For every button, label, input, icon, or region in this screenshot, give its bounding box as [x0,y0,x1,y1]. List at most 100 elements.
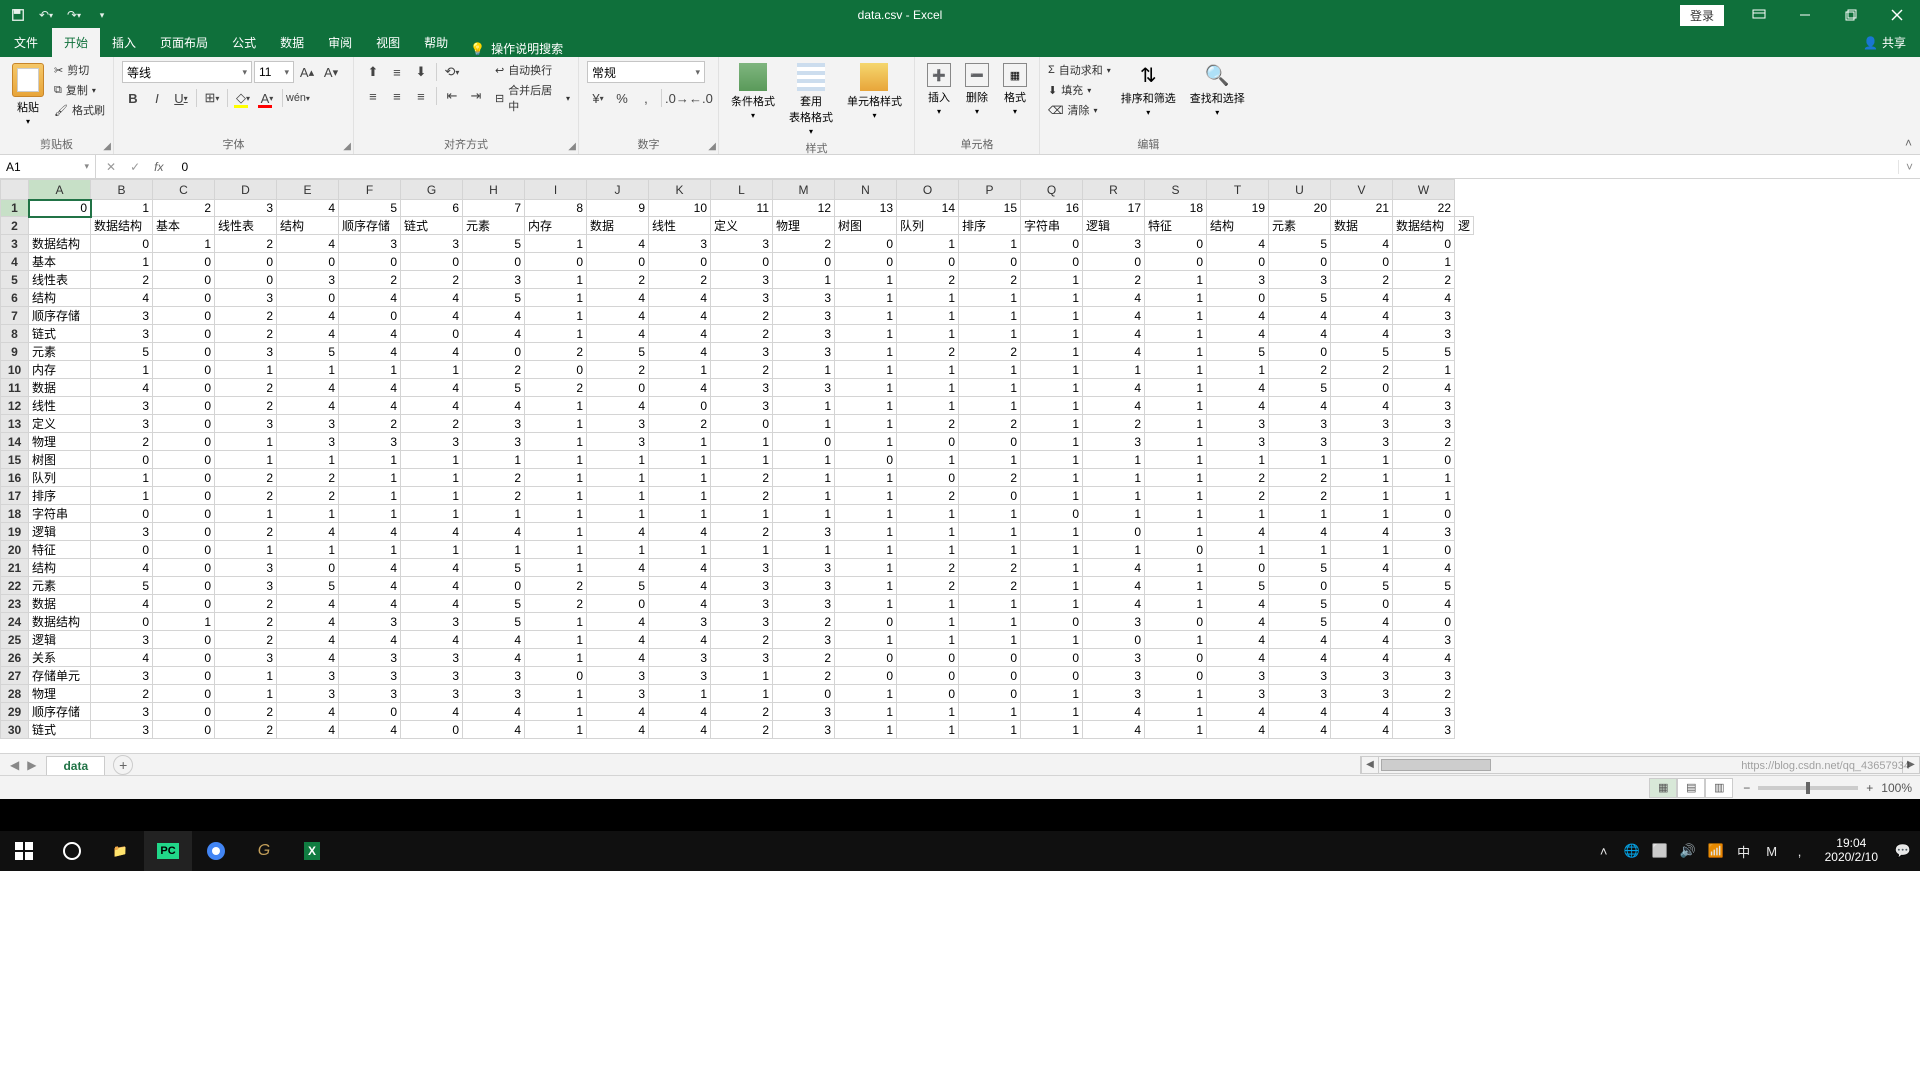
cell[interactable]: 1 [1145,487,1207,505]
row-header[interactable]: 9 [1,343,29,361]
cell[interactable]: 基本 [29,253,91,271]
cell[interactable]: 0 [649,397,711,415]
cell[interactable]: 1 [1393,253,1455,271]
cell[interactable]: 4 [1083,721,1145,739]
cell[interactable]: 3 [1269,271,1331,289]
indent-right-icon[interactable]: ⇥ [465,85,487,107]
cell[interactable]: 3 [1393,721,1455,739]
col-header[interactable]: B [91,180,153,200]
col-header[interactable]: D [215,180,277,200]
align-center-icon[interactable]: ≡ [386,85,408,107]
cell[interactable]: 3 [1269,433,1331,451]
tray-chevron-icon[interactable]: ˄ [1595,842,1613,860]
cell[interactable]: 3 [649,649,711,667]
cell[interactable]: 1 [525,271,587,289]
cell[interactable]: 1 [91,469,153,487]
cell[interactable]: 1 [897,451,959,469]
cell[interactable]: 4 [649,577,711,595]
cell[interactable]: 物理 [29,685,91,703]
col-header[interactable]: N [835,180,897,200]
cell[interactable]: 2 [215,307,277,325]
cell[interactable]: 1 [773,541,835,559]
new-sheet-button[interactable]: + [113,755,133,775]
cell[interactable]: 1 [1083,469,1145,487]
cell[interactable]: 1 [525,469,587,487]
cell[interactable]: 16 [1021,200,1083,217]
cell[interactable]: 1 [339,541,401,559]
row-header[interactable]: 1 [1,200,29,217]
cell[interactable]: 1 [959,631,1021,649]
cell[interactable]: 4 [649,325,711,343]
cell[interactable]: 1 [1207,505,1269,523]
cell[interactable]: 0 [773,433,835,451]
cell[interactable]: 1 [1145,379,1207,397]
cell[interactable]: 1 [1021,469,1083,487]
cell[interactable]: 1 [1145,397,1207,415]
cell[interactable]: 2 [1083,271,1145,289]
tab-help[interactable]: 帮助 [412,28,460,57]
cell[interactable]: 2 [215,721,277,739]
cell[interactable]: 0 [153,721,215,739]
cell[interactable]: 1 [91,361,153,379]
cell[interactable]: 1 [1331,541,1393,559]
cell[interactable]: 5 [1269,595,1331,613]
cell[interactable]: 1 [1021,721,1083,739]
cell[interactable]: 0 [153,379,215,397]
cell[interactable]: 3 [773,703,835,721]
cell[interactable]: 7 [463,200,525,217]
cell[interactable]: 2 [1207,487,1269,505]
cell[interactable]: 1 [897,361,959,379]
cell[interactable]: 0 [1021,235,1083,253]
cell[interactable]: 1 [1083,487,1145,505]
cell[interactable]: 排序 [29,487,91,505]
cell[interactable]: 1 [959,289,1021,307]
cell[interactable]: 4 [91,649,153,667]
cell[interactable]: 0 [1393,613,1455,631]
cell[interactable]: 顺序存储 [339,217,401,235]
cell[interactable]: 4 [649,523,711,541]
cell[interactable]: 3 [91,721,153,739]
cell[interactable]: 1 [277,541,339,559]
cell[interactable]: 1 [587,451,649,469]
cell[interactable]: 元素 [463,217,525,235]
cell[interactable]: 1 [525,433,587,451]
cell[interactable]: 3 [401,235,463,253]
cell[interactable]: 5 [1331,343,1393,361]
col-header[interactable]: F [339,180,401,200]
cell[interactable]: 1 [587,505,649,523]
cell[interactable]: 3 [215,289,277,307]
cell[interactable]: 4 [1331,289,1393,307]
cell[interactable]: 1 [959,595,1021,613]
tray-volume-icon[interactable]: 🔊 [1679,842,1697,860]
autosum-button[interactable]: Σ自动求和 ▾ [1048,61,1111,79]
collapse-ribbon-icon[interactable]: ˄ [1905,136,1912,150]
cell[interactable]: 0 [277,559,339,577]
col-header[interactable]: J [587,180,649,200]
cell[interactable]: 4 [1083,289,1145,307]
cell[interactable]: 3 [339,649,401,667]
cell[interactable]: 1 [525,541,587,559]
cell[interactable]: 4 [277,397,339,415]
cell[interactable]: 0 [959,433,1021,451]
cell[interactable]: 0 [835,613,897,631]
cell[interactable]: 1 [1021,325,1083,343]
cell[interactable]: 4 [587,289,649,307]
cell[interactable]: 1 [835,559,897,577]
cell[interactable]: 4 [1269,397,1331,415]
cell[interactable]: 5 [1207,577,1269,595]
cell[interactable]: 0 [1145,667,1207,685]
cell[interactable]: 3 [773,523,835,541]
cell[interactable]: 2 [1393,433,1455,451]
col-header[interactable]: Q [1021,180,1083,200]
cell[interactable]: 2 [215,379,277,397]
sheet-tab-data[interactable]: data [46,756,105,775]
zoom-in-icon[interactable]: + [1866,781,1873,795]
cell[interactable]: 3 [1207,667,1269,685]
cell[interactable]: 0 [339,703,401,721]
cell[interactable]: 0 [1269,343,1331,361]
indent-left-icon[interactable]: ⇤ [441,85,463,107]
cell[interactable]: 3 [587,685,649,703]
cell[interactable]: 3 [463,415,525,433]
col-header[interactable]: E [277,180,339,200]
cell[interactable]: 2 [649,271,711,289]
